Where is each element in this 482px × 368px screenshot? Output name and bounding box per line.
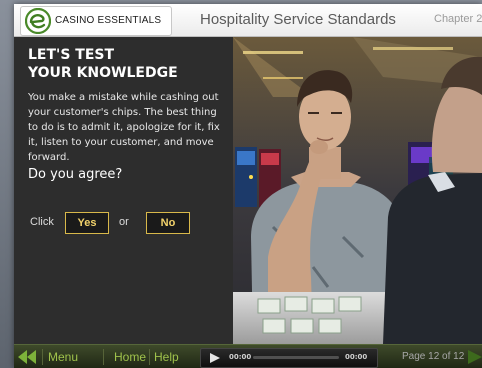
audio-player: 00:00 00:00 xyxy=(200,348,378,368)
answer-row: Click Yes or No xyxy=(30,212,230,234)
footer-nav-bar: Menu Home Help 00:00 00:00 Page 12 of 12 xyxy=(14,344,482,368)
course-title: Hospitality Service Standards xyxy=(200,11,396,28)
quiz-panel: LET'S TEST YOUR KNOWLEDGE You make a mis… xyxy=(14,37,233,344)
nav-divider xyxy=(149,349,150,365)
right-arrow-icon[interactable] xyxy=(468,350,482,364)
play-icon[interactable] xyxy=(209,353,221,363)
quiz-heading: LET'S TEST YOUR KNOWLEDGE xyxy=(28,46,228,82)
quiz-question: Do you agree? xyxy=(28,167,123,182)
double-left-arrow-icon[interactable] xyxy=(18,350,36,364)
time-current: 00:00 xyxy=(229,353,252,361)
quiz-heading-line2: YOUR KNOWLEDGE xyxy=(28,65,178,81)
nav-divider xyxy=(103,349,104,365)
click-label: Click xyxy=(30,216,54,228)
chapter-label: Chapter 2 xyxy=(434,13,482,25)
home-link[interactable]: Home xyxy=(114,350,146,364)
progress-slider[interactable] xyxy=(253,356,339,359)
header-bar: CASINO ESSENTIALS Hospitality Service St… xyxy=(14,4,482,37)
quiz-heading-line1: LET'S TEST xyxy=(28,47,115,63)
nav-divider xyxy=(42,349,43,365)
time-total: 00:00 xyxy=(345,353,368,361)
brand-name: CASINO ESSENTIALS xyxy=(55,15,162,26)
brand-logo: CASINO ESSENTIALS xyxy=(20,6,172,36)
e-swoosh-logo-icon xyxy=(25,8,51,34)
course-player-window: CASINO ESSENTIALS Hospitality Service St… xyxy=(14,4,482,368)
no-button[interactable]: No xyxy=(146,212,190,234)
help-link[interactable]: Help xyxy=(154,350,179,364)
or-label: or xyxy=(119,216,129,228)
quiz-statement: You make a mistake while cashing out you… xyxy=(28,92,220,163)
page-counter: Page 12 of 12 xyxy=(402,351,465,362)
casino-scene-photo xyxy=(233,37,482,344)
menu-link[interactable]: Menu xyxy=(48,350,78,364)
yes-button[interactable]: Yes xyxy=(65,212,109,234)
